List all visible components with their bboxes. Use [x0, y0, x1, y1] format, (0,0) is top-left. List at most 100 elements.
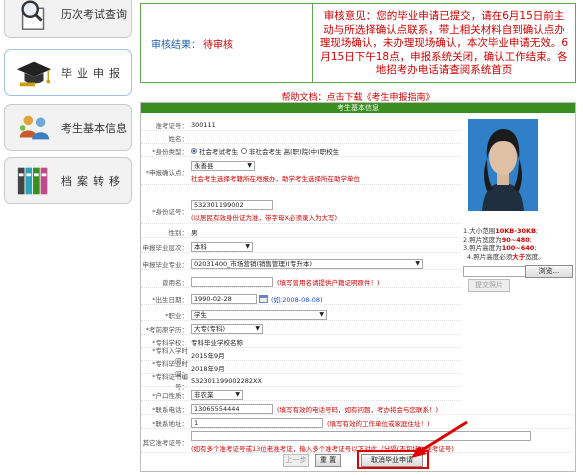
- row-confirm-point: *申报确认点： 永善县 ▼ 社会考生选择考籍所在地报办，助学考生选择所在助学单位: [141, 159, 461, 185]
- former-name-input[interactable]: [191, 276, 273, 287]
- field-label: *考前原学历：: [145, 325, 188, 334]
- field-label: *专科证书编号：: [152, 373, 188, 391]
- magnifier-document-icon: [21, 0, 45, 30]
- graduate-value[interactable]: 2018年9月: [191, 363, 461, 373]
- review-status: 待审核: [203, 39, 233, 51]
- row-phone: *联系电话： 13065554444 (填写有效的电话号码，如有问题，考办将会与…: [141, 403, 573, 415]
- row-gender: 性别： 男: [141, 227, 461, 238]
- confirm-point-value: 永善县: [194, 161, 214, 170]
- level-value: 本科: [194, 242, 207, 251]
- occupation-select[interactable]: 学生 ▼: [191, 309, 327, 320]
- birth-date-input[interactable]: 1990-02-28: [191, 293, 257, 304]
- chevron-down-icon: ▼: [235, 390, 240, 398]
- chevron-down-icon: ▼: [415, 259, 420, 267]
- other-no-input[interactable]: [191, 430, 531, 441]
- row-name: 姓名：: [141, 133, 461, 144]
- identity-radio-social[interactable]: [191, 148, 197, 154]
- tip-text: 3.照片高度为: [463, 244, 502, 252]
- identity-option-label: 非社会考生 高(职)院(中)职校生: [249, 148, 340, 156]
- cert-no-value[interactable]: 53230119900228​2XX: [191, 377, 461, 385]
- field-label: *户口性质：: [152, 391, 188, 400]
- nav-label: 考生基本信息: [61, 121, 127, 135]
- chevron-down-icon: ▼: [255, 324, 260, 332]
- chevron-down-icon: ▼: [247, 161, 252, 169]
- major-value: 02031400_市场营销(销售管理)(专升本): [194, 259, 312, 268]
- reset-button[interactable]: 重 置: [315, 454, 341, 467]
- tip-value: 90~480: [501, 235, 530, 244]
- row-id-no: *身份证号： 532301199002 (以居民有效身份证为准，带字母X必须录入…: [141, 198, 461, 224]
- school-value[interactable]: 专科毕业学校名称: [191, 337, 461, 347]
- row-birth: *出生日期： 1990-02-28 (如:2008-08-08): [141, 293, 461, 305]
- field-label: *出生日期：: [152, 295, 188, 304]
- photo-requirements: 1.大小范围10KB-30KB; 2.照片宽度为90~480; 3.照片高度为1…: [463, 227, 545, 261]
- graduation-cap-icon: [16, 61, 52, 86]
- row-major: 申报毕业专业： 02031400_市场营销(销售管理)(专升本) ▼: [141, 258, 461, 270]
- prev-step-button[interactable]: 上一步: [283, 454, 309, 467]
- field-label: *联系电话：: [152, 405, 188, 414]
- hukou-select[interactable]: 非农業 ▼: [191, 389, 243, 400]
- review-result-label: 审核结果：: [151, 39, 201, 51]
- hukou-value: 非农業: [194, 390, 214, 399]
- nav-label: 历次考试查询: [61, 8, 127, 21]
- row-identity: *身份类型： 社会考试考生 非社会考生 高(职)院(中)职校生: [141, 146, 461, 157]
- enroll-value[interactable]: 2015年9月: [191, 350, 461, 360]
- binders-icon: [17, 167, 48, 194]
- field-label: *联系地址：: [152, 419, 188, 428]
- field-label: 曾用名：: [162, 278, 188, 287]
- upload-photo-button[interactable]: 提交照片: [468, 279, 510, 292]
- phone-note: (填写有效的电话号码，如有问题，考办将会与您联系！): [277, 405, 439, 414]
- major-select[interactable]: 02031400_市场营销(销售管理)(专升本) ▼: [191, 258, 423, 269]
- form-section-title: 考生基本信息: [141, 103, 575, 113]
- gender-value: 男: [191, 229, 198, 237]
- prev-edu-value: 大专(专科): [194, 324, 226, 333]
- row-cert-no: *专科证书编号： 53230119900228​2XX: [141, 373, 461, 391]
- nav-student-info[interactable]: 考生基本信息: [4, 104, 132, 151]
- portrait-image: [468, 119, 538, 211]
- annotation-highlight-box: [357, 450, 429, 469]
- row-exam-no: 准考证号： 300111: [141, 120, 461, 131]
- nav-graduation-apply[interactable]: 毕业申报: [4, 49, 132, 96]
- tip-text: 1.大小范围: [463, 227, 496, 235]
- row-address: *联系地址： 1 (填写有效的工作单位或家庭住址！): [141, 417, 573, 429]
- student-info-form: 考生基本信息 准考证号： 300111 姓名： *身份类型： 社会考试考生 非社…: [140, 102, 576, 472]
- tip-text: 2.照片宽度为: [463, 235, 502, 244]
- level-select[interactable]: 本科 ▼: [191, 241, 253, 252]
- nav-label: 档案转移: [61, 174, 125, 188]
- field-label: 准考证号：: [155, 122, 189, 130]
- former-name-note: (填写曾用名请提供户籍证明原件！): [277, 278, 380, 287]
- tip-value: 10KB-30KB: [495, 227, 536, 235]
- address-input[interactable]: 1: [191, 417, 323, 428]
- calendar-icon[interactable]: [259, 294, 268, 303]
- confirm-point-select[interactable]: 永善县 ▼: [191, 160, 255, 171]
- field-label: *申报确认点：: [145, 168, 188, 177]
- chevron-down-icon: ▼: [245, 242, 250, 250]
- row-former-name: 曾用名： (填写曾用名请提供户籍证明原件！): [141, 276, 461, 288]
- chevron-down-icon: ▼: [319, 310, 324, 318]
- browse-button[interactable]: 浏览...: [525, 265, 573, 278]
- left-nav: 历次考试查询 毕业申报 考生基本信息 档案转移: [0, 0, 136, 475]
- confirm-point-note: 社会考生选择考籍所在地报办，助学考生选择所在助学单位: [191, 174, 360, 183]
- tip-value: 100~640: [501, 244, 535, 252]
- id-no-input[interactable]: 532301199002: [191, 199, 273, 210]
- prev-edu-select[interactable]: 大专(专科) ▼: [191, 323, 263, 334]
- tip-text: 宽度。: [525, 252, 545, 261]
- student-photo: [468, 119, 538, 211]
- identity-option-label: 社会考试考生: [199, 148, 238, 156]
- tip-text: 4.照片高度必须: [467, 252, 513, 261]
- review-result: 审核结果： 待审核: [141, 4, 313, 82]
- exam-no-value: 300111: [191, 121, 216, 129]
- id-no-note: (以居民有效身份证为准，带字母X必须录入为大写): [191, 213, 338, 222]
- nav-history-query[interactable]: 历次考试查询: [4, 0, 132, 38]
- phone-input[interactable]: 13065554444: [191, 403, 273, 414]
- identity-radio-nonsocial[interactable]: [241, 148, 247, 154]
- row-level: 申报毕业层次： 本科 ▼: [141, 241, 461, 253]
- field-label: 性别：: [168, 229, 189, 237]
- field-label: *职业：: [165, 311, 188, 320]
- nav-archive-transfer[interactable]: 档案转移: [4, 157, 132, 204]
- row-prev-edu: *考前原学历： 大专(专科) ▼: [141, 323, 461, 335]
- row-occupation: *职业： 学生 ▼: [141, 309, 461, 321]
- row-hukou: *户口性质： 非农業 ▼: [141, 389, 461, 401]
- people-icon: [19, 115, 50, 139]
- occupation-value: 学生: [194, 310, 207, 319]
- field-label: 姓名：: [168, 135, 189, 143]
